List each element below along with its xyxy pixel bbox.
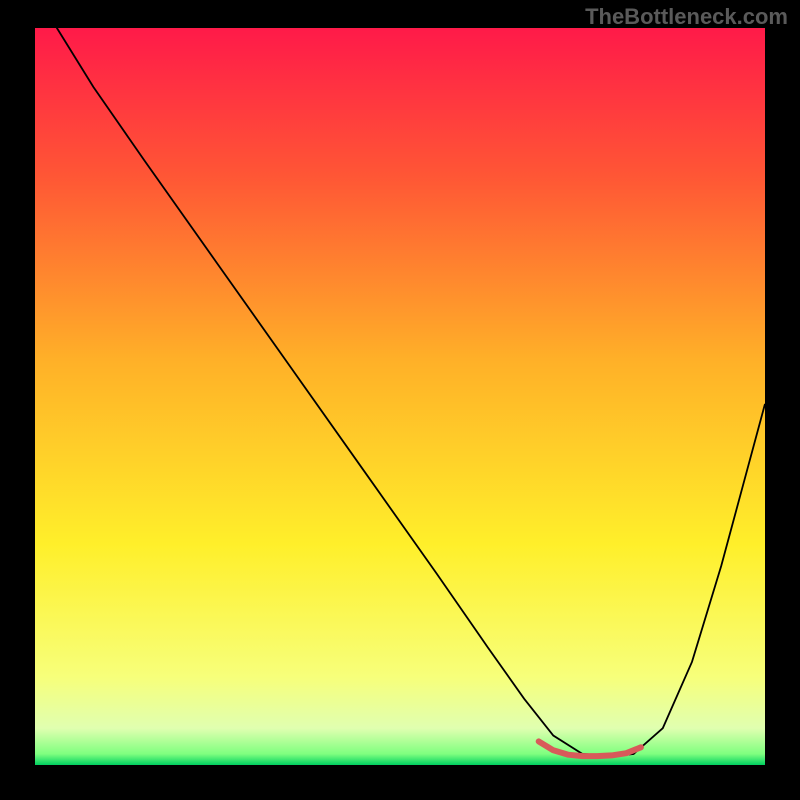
plot-area: [35, 28, 765, 765]
chart-container: TheBottleneck.com: [0, 0, 800, 800]
chart-svg: [35, 28, 765, 765]
watermark-text: TheBottleneck.com: [585, 4, 788, 30]
gradient-background: [35, 28, 765, 765]
